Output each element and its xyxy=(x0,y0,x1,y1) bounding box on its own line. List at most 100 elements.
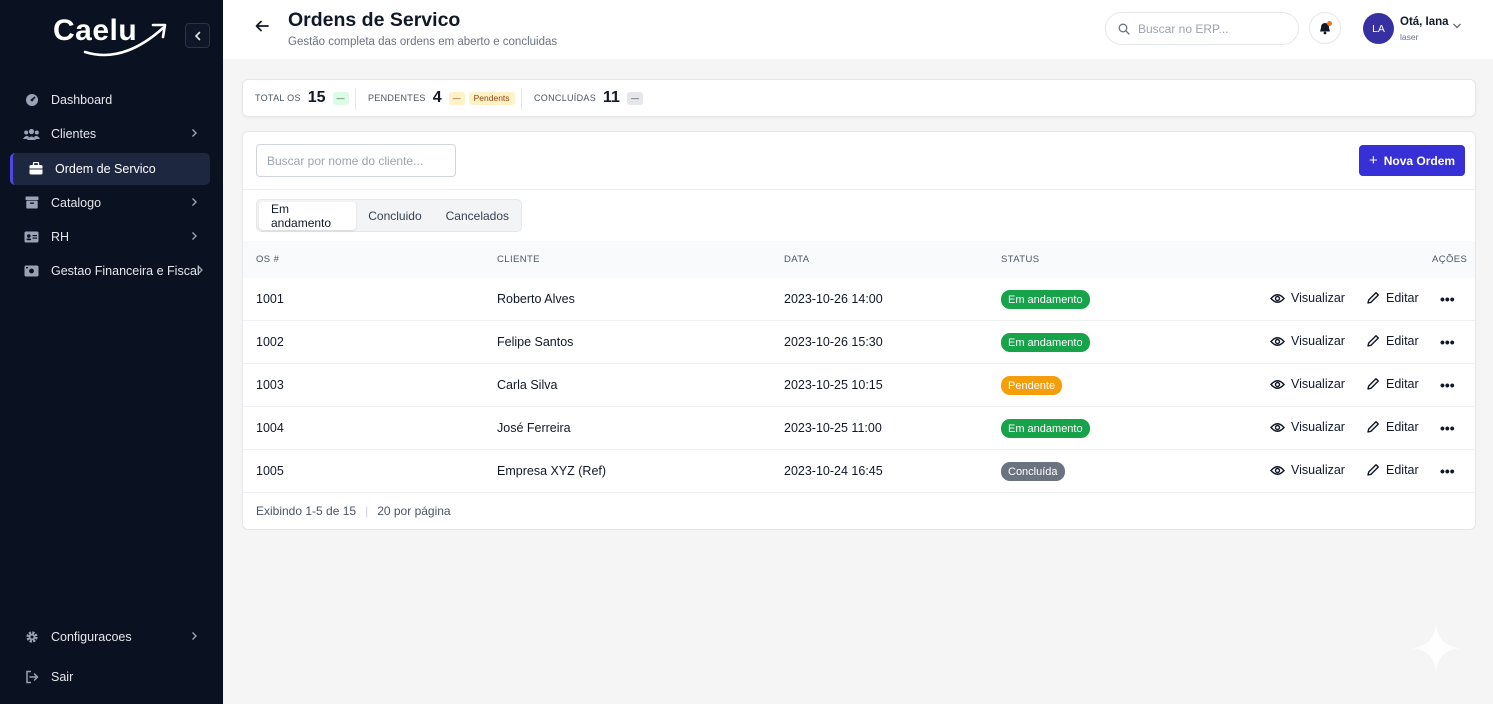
notifications-button[interactable] xyxy=(1309,12,1341,44)
sidebar-item-label: Catalogo xyxy=(51,195,102,210)
chevron-right-icon xyxy=(192,129,197,138)
global-search-input[interactable] xyxy=(1138,21,1288,36)
stat-total-value: 15 xyxy=(307,89,326,106)
column-header-os[interactable]: OS # xyxy=(256,254,279,265)
cell-date: 2023-10-25 10:15 xyxy=(784,378,883,392)
sidebar-item-catalogo[interactable]: Catalogo xyxy=(10,187,210,219)
view-label: Visualizar xyxy=(1291,420,1345,434)
cell-os: 1001 xyxy=(256,292,284,306)
cell-date: 2023-10-26 14:00 xyxy=(784,292,883,306)
global-search[interactable] xyxy=(1105,12,1299,45)
table-row[interactable]: 1001 Roberto Alves 2023-10-26 14:00 Em a… xyxy=(243,278,1475,321)
notification-dot xyxy=(1327,21,1332,26)
sidebar-item-rh[interactable]: RH xyxy=(10,221,210,253)
cell-os: 1004 xyxy=(256,421,284,435)
eye-icon xyxy=(1270,379,1285,389)
page-subtitle: Gestão completa das ordens em aberto e c… xyxy=(288,36,558,48)
new-order-label: Nova Ordem xyxy=(1383,153,1456,168)
dashboard-icon xyxy=(23,93,40,107)
chevron-right-icon xyxy=(192,632,197,640)
edit-label: Editar xyxy=(1386,463,1419,477)
sidebar-item-dashboard[interactable]: Dashboard xyxy=(10,84,210,116)
chevron-down-icon[interactable] xyxy=(1452,22,1462,30)
sidebar-nav: Dashboard Clientes Ordem de Servico Cata… xyxy=(10,84,210,290)
cell-client: Empresa XYZ (Ref) xyxy=(497,464,607,478)
view-button[interactable]: Visualizar xyxy=(1270,420,1345,434)
status-badge: Em andamento xyxy=(1001,419,1090,438)
view-button[interactable]: Visualizar xyxy=(1270,291,1345,305)
sidebar-item-label: Configuracoes xyxy=(51,630,132,644)
eye-icon xyxy=(1270,293,1285,303)
cell-client: Roberto Alves xyxy=(497,292,575,306)
stat-pending: PENDENTES 4 — Pendents xyxy=(368,80,515,116)
sidebar-item-ordem-de-servico[interactable]: Ordem de Servico xyxy=(10,152,210,185)
edit-label: Editar xyxy=(1386,334,1419,348)
divider xyxy=(521,88,522,110)
caelu-logo[interactable]: Caelu xyxy=(53,14,167,57)
plus-icon: + xyxy=(1368,151,1378,169)
table-row[interactable]: 1005 Empresa XYZ (Ref) 2023-10-24 16:45 … xyxy=(243,450,1475,493)
cell-date: 2023-10-26 15:30 xyxy=(784,335,883,349)
gear-icon xyxy=(23,630,40,644)
search-icon xyxy=(1118,23,1130,35)
column-header-data[interactable]: DATA xyxy=(784,254,810,265)
top-header: Ordens de Servico Gestão completa das or… xyxy=(223,0,1493,59)
orders-card: + Nova Ordem Em andamento Concluido Canc… xyxy=(242,131,1476,530)
column-header-cliente[interactable]: CLIENTE xyxy=(497,254,540,265)
pencil-icon xyxy=(1367,378,1379,390)
stat-total: TOTAL OS 15 — xyxy=(255,80,349,116)
sidebar-item-gestao-financeira[interactable]: Gestao Financeira e Fiscal xyxy=(10,255,210,287)
status-badge: Em andamento xyxy=(1001,333,1090,352)
cell-date: 2023-10-25 11:00 xyxy=(784,421,882,435)
view-button[interactable]: Visualizar xyxy=(1270,463,1345,477)
per-page-selector[interactable]: 20 por página xyxy=(377,504,450,518)
edit-button[interactable]: Editar xyxy=(1366,463,1419,477)
new-order-button[interactable]: + Nova Ordem xyxy=(1359,145,1465,176)
users-icon xyxy=(23,127,40,141)
column-header-status[interactable]: STATUS xyxy=(1001,254,1039,265)
more-options-button[interactable]: ••• xyxy=(1440,463,1455,479)
back-button[interactable] xyxy=(254,18,270,39)
view-label: Visualizar xyxy=(1291,291,1345,305)
table-row[interactable]: 1003 Carla Silva 2023-10-25 10:15 Penden… xyxy=(243,364,1475,407)
column-header-acoes: AÇÕES xyxy=(1432,254,1468,265)
stat-pending-value: 4 xyxy=(432,89,442,106)
client-search-input[interactable] xyxy=(256,144,456,177)
stat-done-label: CONCLUÍDAS xyxy=(534,93,597,103)
collapse-sidebar-button[interactable] xyxy=(185,23,210,48)
avatar[interactable]: LA xyxy=(1363,13,1394,44)
tab-em-andamento[interactable]: Em andamento xyxy=(259,201,357,230)
more-options-button[interactable]: ••• xyxy=(1440,377,1455,393)
tab-cancelados[interactable]: Cancelados xyxy=(434,202,521,230)
more-options-button[interactable]: ••• xyxy=(1440,291,1455,307)
view-button[interactable]: Visualizar xyxy=(1270,334,1345,348)
table-row[interactable]: 1004 José Ferreira 2023-10-25 11:00 Em a… xyxy=(243,407,1475,450)
user-greeting[interactable]: Otá, Iana xyxy=(1400,16,1449,28)
edit-button[interactable]: Editar xyxy=(1366,420,1419,434)
eye-icon xyxy=(1270,336,1285,346)
sidebar: Caelu Dashboard Clientes Ordem de Servic… xyxy=(0,0,223,704)
sidebar-item-label: Dashboard xyxy=(51,93,113,107)
edit-label: Editar xyxy=(1386,291,1419,305)
edit-button[interactable]: Editar xyxy=(1366,291,1419,305)
chevron-right-icon xyxy=(198,266,203,275)
sidebar-item-configuracoes[interactable]: Configuracoes xyxy=(10,621,210,653)
more-options-button[interactable]: ••• xyxy=(1440,334,1455,350)
edit-button[interactable]: Editar xyxy=(1366,334,1419,348)
edit-button[interactable]: Editar xyxy=(1366,377,1419,391)
more-options-button[interactable]: ••• xyxy=(1440,420,1455,436)
view-label: Visualizar xyxy=(1291,377,1345,391)
divider xyxy=(243,189,1475,190)
table-header: OS # CLIENTE DATA STATUS AÇÕES xyxy=(243,241,1475,278)
sidebar-item-sair[interactable]: Sair xyxy=(10,661,210,693)
tab-concluido[interactable]: Concluido xyxy=(356,202,433,230)
logout-icon xyxy=(23,670,40,684)
cell-os: 1005 xyxy=(256,464,284,478)
stat-total-trend: — xyxy=(332,91,349,105)
sidebar-item-clientes[interactable]: Clientes xyxy=(10,118,210,150)
sidebar-item-label: Sair xyxy=(51,670,74,684)
status-badge: Pendente xyxy=(1001,376,1063,395)
view-button[interactable]: Visualizar xyxy=(1270,377,1345,391)
stat-done-trend: — xyxy=(626,91,643,105)
table-row[interactable]: 1002 Felipe Santos 2023-10-26 15:30 Em a… xyxy=(243,321,1475,364)
